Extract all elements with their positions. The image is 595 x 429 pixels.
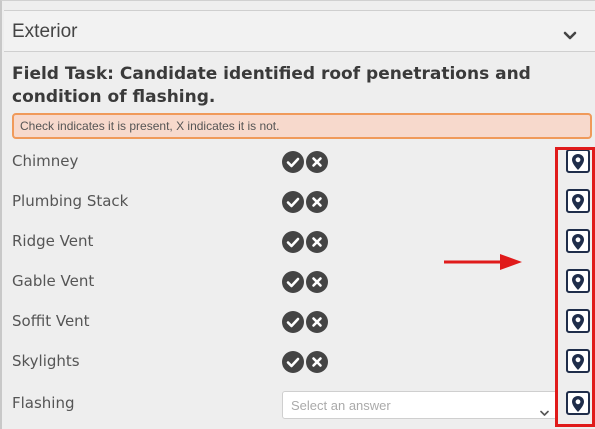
- highlight-box: [555, 147, 595, 427]
- row-label: Gable Vent: [12, 272, 95, 290]
- row-plumbing-stack: Plumbing Stack: [4, 182, 595, 222]
- chevron-down-icon[interactable]: [563, 26, 577, 45]
- row-label: Ridge Vent: [12, 232, 94, 250]
- row-label: Chimney: [12, 152, 79, 170]
- row-chimney: Chimney: [4, 142, 595, 182]
- flashing-select[interactable]: Select an answer: [282, 391, 558, 419]
- check-circle-icon[interactable]: [282, 191, 304, 213]
- row-label: Plumbing Stack: [12, 192, 129, 210]
- select-placeholder: Select an answer: [291, 398, 391, 413]
- row-soffit-vent: Soffit Vent: [4, 302, 595, 342]
- x-circle-icon[interactable]: [306, 191, 328, 213]
- row-skylights: Skylights: [4, 342, 595, 382]
- row-flashing: Flashing Select an answer: [4, 384, 595, 424]
- check-circle-icon[interactable]: [282, 311, 304, 333]
- x-circle-icon[interactable]: [306, 231, 328, 253]
- chevron-down-icon: [540, 402, 549, 421]
- field-task-title: Field Task: Candidate identified roof pe…: [12, 64, 531, 107]
- x-circle-icon[interactable]: [306, 311, 328, 333]
- x-circle-icon[interactable]: [306, 271, 328, 293]
- check-circle-icon[interactable]: [282, 151, 304, 173]
- x-circle-icon[interactable]: [306, 151, 328, 173]
- check-circle-icon[interactable]: [282, 351, 304, 373]
- x-circle-icon[interactable]: [306, 351, 328, 373]
- instruction-note-text: Check indicates it is present, X indicat…: [20, 119, 280, 133]
- check-circle-icon[interactable]: [282, 271, 304, 293]
- check-circle-icon[interactable]: [282, 231, 304, 253]
- section-header[interactable]: Exterior: [4, 10, 595, 52]
- row-label: Flashing: [12, 394, 75, 412]
- row-label: Skylights: [12, 352, 80, 370]
- instruction-note: Check indicates it is present, X indicat…: [12, 113, 592, 139]
- row-label: Soffit Vent: [12, 312, 90, 330]
- red-arrow-right: [442, 251, 524, 277]
- section-title: Exterior: [12, 21, 78, 42]
- exterior-panel: Exterior Field Task: Candidate identifie…: [0, 0, 595, 429]
